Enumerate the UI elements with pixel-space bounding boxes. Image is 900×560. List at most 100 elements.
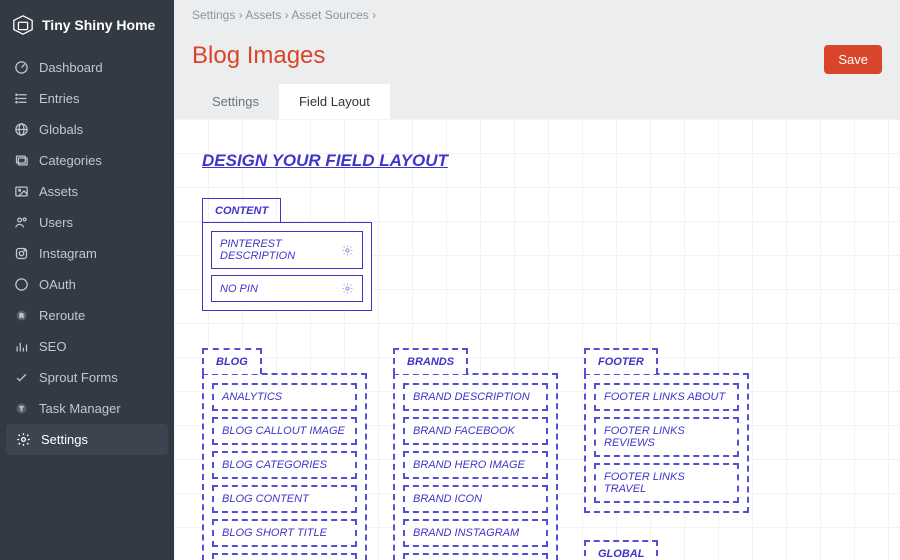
- field-footer-links-about[interactable]: FOOTER LINKS ABOUT: [594, 383, 739, 411]
- nav-globals[interactable]: Globals: [0, 114, 174, 145]
- users-icon: [14, 215, 29, 230]
- available-group-footer: FOOTER FOOTER LINKS ABOUT FOOTER LINKS R…: [584, 347, 749, 513]
- field-label: BLOG CONTENT: [222, 493, 309, 505]
- available-group-stack: FOOTER FOOTER LINKS ABOUT FOOTER LINKS R…: [584, 347, 749, 560]
- field-featured-image[interactable]: FEATURED IMAGE: [212, 553, 357, 560]
- field-brand-hero-image[interactable]: BRAND HERO IMAGE: [403, 451, 548, 479]
- nav-label: SEO: [39, 339, 66, 354]
- assigned-group-content[interactable]: CONTENT PINTEREST DESCRIPTION NO PIN: [202, 197, 372, 311]
- nav-dashboard[interactable]: Dashboard: [0, 52, 174, 83]
- nav-label: Users: [39, 215, 73, 230]
- crumb-asset-sources[interactable]: Asset Sources: [291, 8, 368, 22]
- brand-logo-icon: [12, 14, 34, 36]
- nav-task-manager[interactable]: T Task Manager: [0, 393, 174, 424]
- field-blog-callout-image[interactable]: BLOG CALLOUT IMAGE: [212, 417, 357, 445]
- tab-settings[interactable]: Settings: [192, 84, 279, 119]
- available-group-brands: BRANDS BRAND DESCRIPTION BRAND FACEBOOK …: [393, 347, 558, 560]
- group-body: ANALYTICS BLOG CALLOUT IMAGE BLOG CATEGO…: [202, 373, 367, 560]
- save-button[interactable]: Save: [824, 45, 882, 74]
- brand-name: Tiny Shiny Home: [42, 17, 155, 33]
- nav-categories[interactable]: Categories: [0, 145, 174, 176]
- tabs: Settings Field Layout: [174, 84, 900, 119]
- field-brand-logo[interactable]: BRAND LOGO: [403, 553, 548, 560]
- group-body: BRAND DESCRIPTION BRAND FACEBOOK BRAND H…: [393, 373, 558, 560]
- group-body: FOOTER LINKS ABOUT FOOTER LINKS REVIEWS …: [584, 373, 749, 513]
- field-label: BLOG CALLOUT IMAGE: [222, 425, 345, 437]
- nav-sprout-forms[interactable]: Sprout Forms: [0, 362, 174, 393]
- nav-instagram[interactable]: Instagram: [0, 238, 174, 269]
- field-brand-facebook[interactable]: BRAND FACEBOOK: [403, 417, 548, 445]
- nav-label: Entries: [39, 91, 79, 106]
- nav-label: Sprout Forms: [39, 370, 118, 385]
- field-label: BRAND HERO IMAGE: [413, 459, 525, 471]
- check-icon: [14, 370, 29, 385]
- reroute-icon: R: [14, 308, 29, 323]
- sidebar-nav: Dashboard Entries Globals Categories Ass…: [0, 52, 174, 455]
- list-icon: [14, 91, 29, 106]
- field-label: FOOTER LINKS REVIEWS: [604, 425, 729, 449]
- field-label: BLOG CATEGORIES: [222, 459, 327, 471]
- field-blog-content[interactable]: BLOG CONTENT: [212, 485, 357, 513]
- tab-field-layout[interactable]: Field Layout: [279, 84, 390, 119]
- group-tab-footer[interactable]: FOOTER: [584, 348, 658, 374]
- nav-reroute[interactable]: R Reroute: [0, 300, 174, 331]
- chart-icon: [14, 339, 29, 354]
- available-field-groups: BLOG ANALYTICS BLOG CALLOUT IMAGE BLOG C…: [202, 347, 872, 560]
- gear-icon[interactable]: [341, 244, 354, 257]
- globe-icon: [14, 122, 29, 137]
- field-no-pin[interactable]: NO PIN: [211, 275, 363, 302]
- field-label: NO PIN: [220, 283, 258, 295]
- nav-label: Globals: [39, 122, 83, 137]
- field-label: FOOTER LINKS TRAVEL: [604, 471, 729, 495]
- nav-settings[interactable]: Settings: [6, 424, 168, 455]
- field-brand-instagram[interactable]: BRAND INSTAGRAM: [403, 519, 548, 547]
- field-blog-categories[interactable]: BLOG CATEGORIES: [212, 451, 357, 479]
- group-body: PINTEREST DESCRIPTION NO PIN: [202, 222, 372, 311]
- nav-oauth[interactable]: OAuth: [0, 269, 174, 300]
- image-icon: [14, 184, 29, 199]
- nav-label: Settings: [41, 432, 88, 447]
- field-blog-short-title[interactable]: BLOG SHORT TITLE: [212, 519, 357, 547]
- available-group-global: GLOBAL AFFILIATE LEGAL: [584, 539, 749, 560]
- nav-label: OAuth: [39, 277, 76, 292]
- field-layout-designer: DESIGN YOUR FIELD LAYOUT CONTENT PINTERE…: [174, 119, 900, 560]
- field-label: BRAND ICON: [413, 493, 482, 505]
- field-label: BRAND FACEBOOK: [413, 425, 515, 437]
- nav-label: Task Manager: [39, 401, 121, 416]
- field-pinterest-description[interactable]: PINTEREST DESCRIPTION: [211, 231, 363, 269]
- field-footer-links-travel[interactable]: FOOTER LINKS TRAVEL: [594, 463, 739, 503]
- shield-icon: [14, 277, 29, 292]
- crumb-settings[interactable]: Settings: [192, 8, 235, 22]
- field-brand-description[interactable]: BRAND DESCRIPTION: [403, 383, 548, 411]
- gauge-icon: [14, 60, 29, 75]
- field-label: BLOG SHORT TITLE: [222, 527, 327, 539]
- field-brand-icon[interactable]: BRAND ICON: [403, 485, 548, 513]
- brand[interactable]: Tiny Shiny Home: [0, 0, 174, 52]
- gear-icon: [16, 432, 31, 447]
- group-tab-blog[interactable]: BLOG: [202, 348, 262, 374]
- gear-icon[interactable]: [341, 282, 354, 295]
- nav-seo[interactable]: SEO: [0, 331, 174, 362]
- task-icon: T: [14, 401, 29, 416]
- group-tab-brands[interactable]: BRANDS: [393, 348, 468, 374]
- field-label: FOOTER LINKS ABOUT: [604, 391, 725, 403]
- svg-text:R: R: [19, 313, 23, 319]
- field-label: BRAND DESCRIPTION: [413, 391, 530, 403]
- field-footer-links-reviews[interactable]: FOOTER LINKS REVIEWS: [594, 417, 739, 457]
- nav-label: Dashboard: [39, 60, 103, 75]
- group-tab-global[interactable]: GLOBAL: [584, 540, 658, 560]
- nav-label: Reroute: [39, 308, 85, 323]
- nav-users[interactable]: Users: [0, 207, 174, 238]
- sidebar: Tiny Shiny Home Dashboard Entries Global…: [0, 0, 174, 560]
- nav-label: Categories: [39, 153, 102, 168]
- group-tab-content[interactable]: CONTENT: [202, 198, 281, 223]
- crumb-assets[interactable]: Assets: [245, 8, 281, 22]
- main: Settings › Assets › Asset Sources › Blog…: [174, 0, 900, 560]
- nav-entries[interactable]: Entries: [0, 83, 174, 114]
- field-label: PINTEREST DESCRIPTION: [220, 238, 341, 262]
- nav-assets[interactable]: Assets: [0, 176, 174, 207]
- field-analytics[interactable]: ANALYTICS: [212, 383, 357, 411]
- nav-label: Instagram: [39, 246, 97, 261]
- field-label: BRAND INSTAGRAM: [413, 527, 519, 539]
- field-label: ANALYTICS: [222, 391, 282, 403]
